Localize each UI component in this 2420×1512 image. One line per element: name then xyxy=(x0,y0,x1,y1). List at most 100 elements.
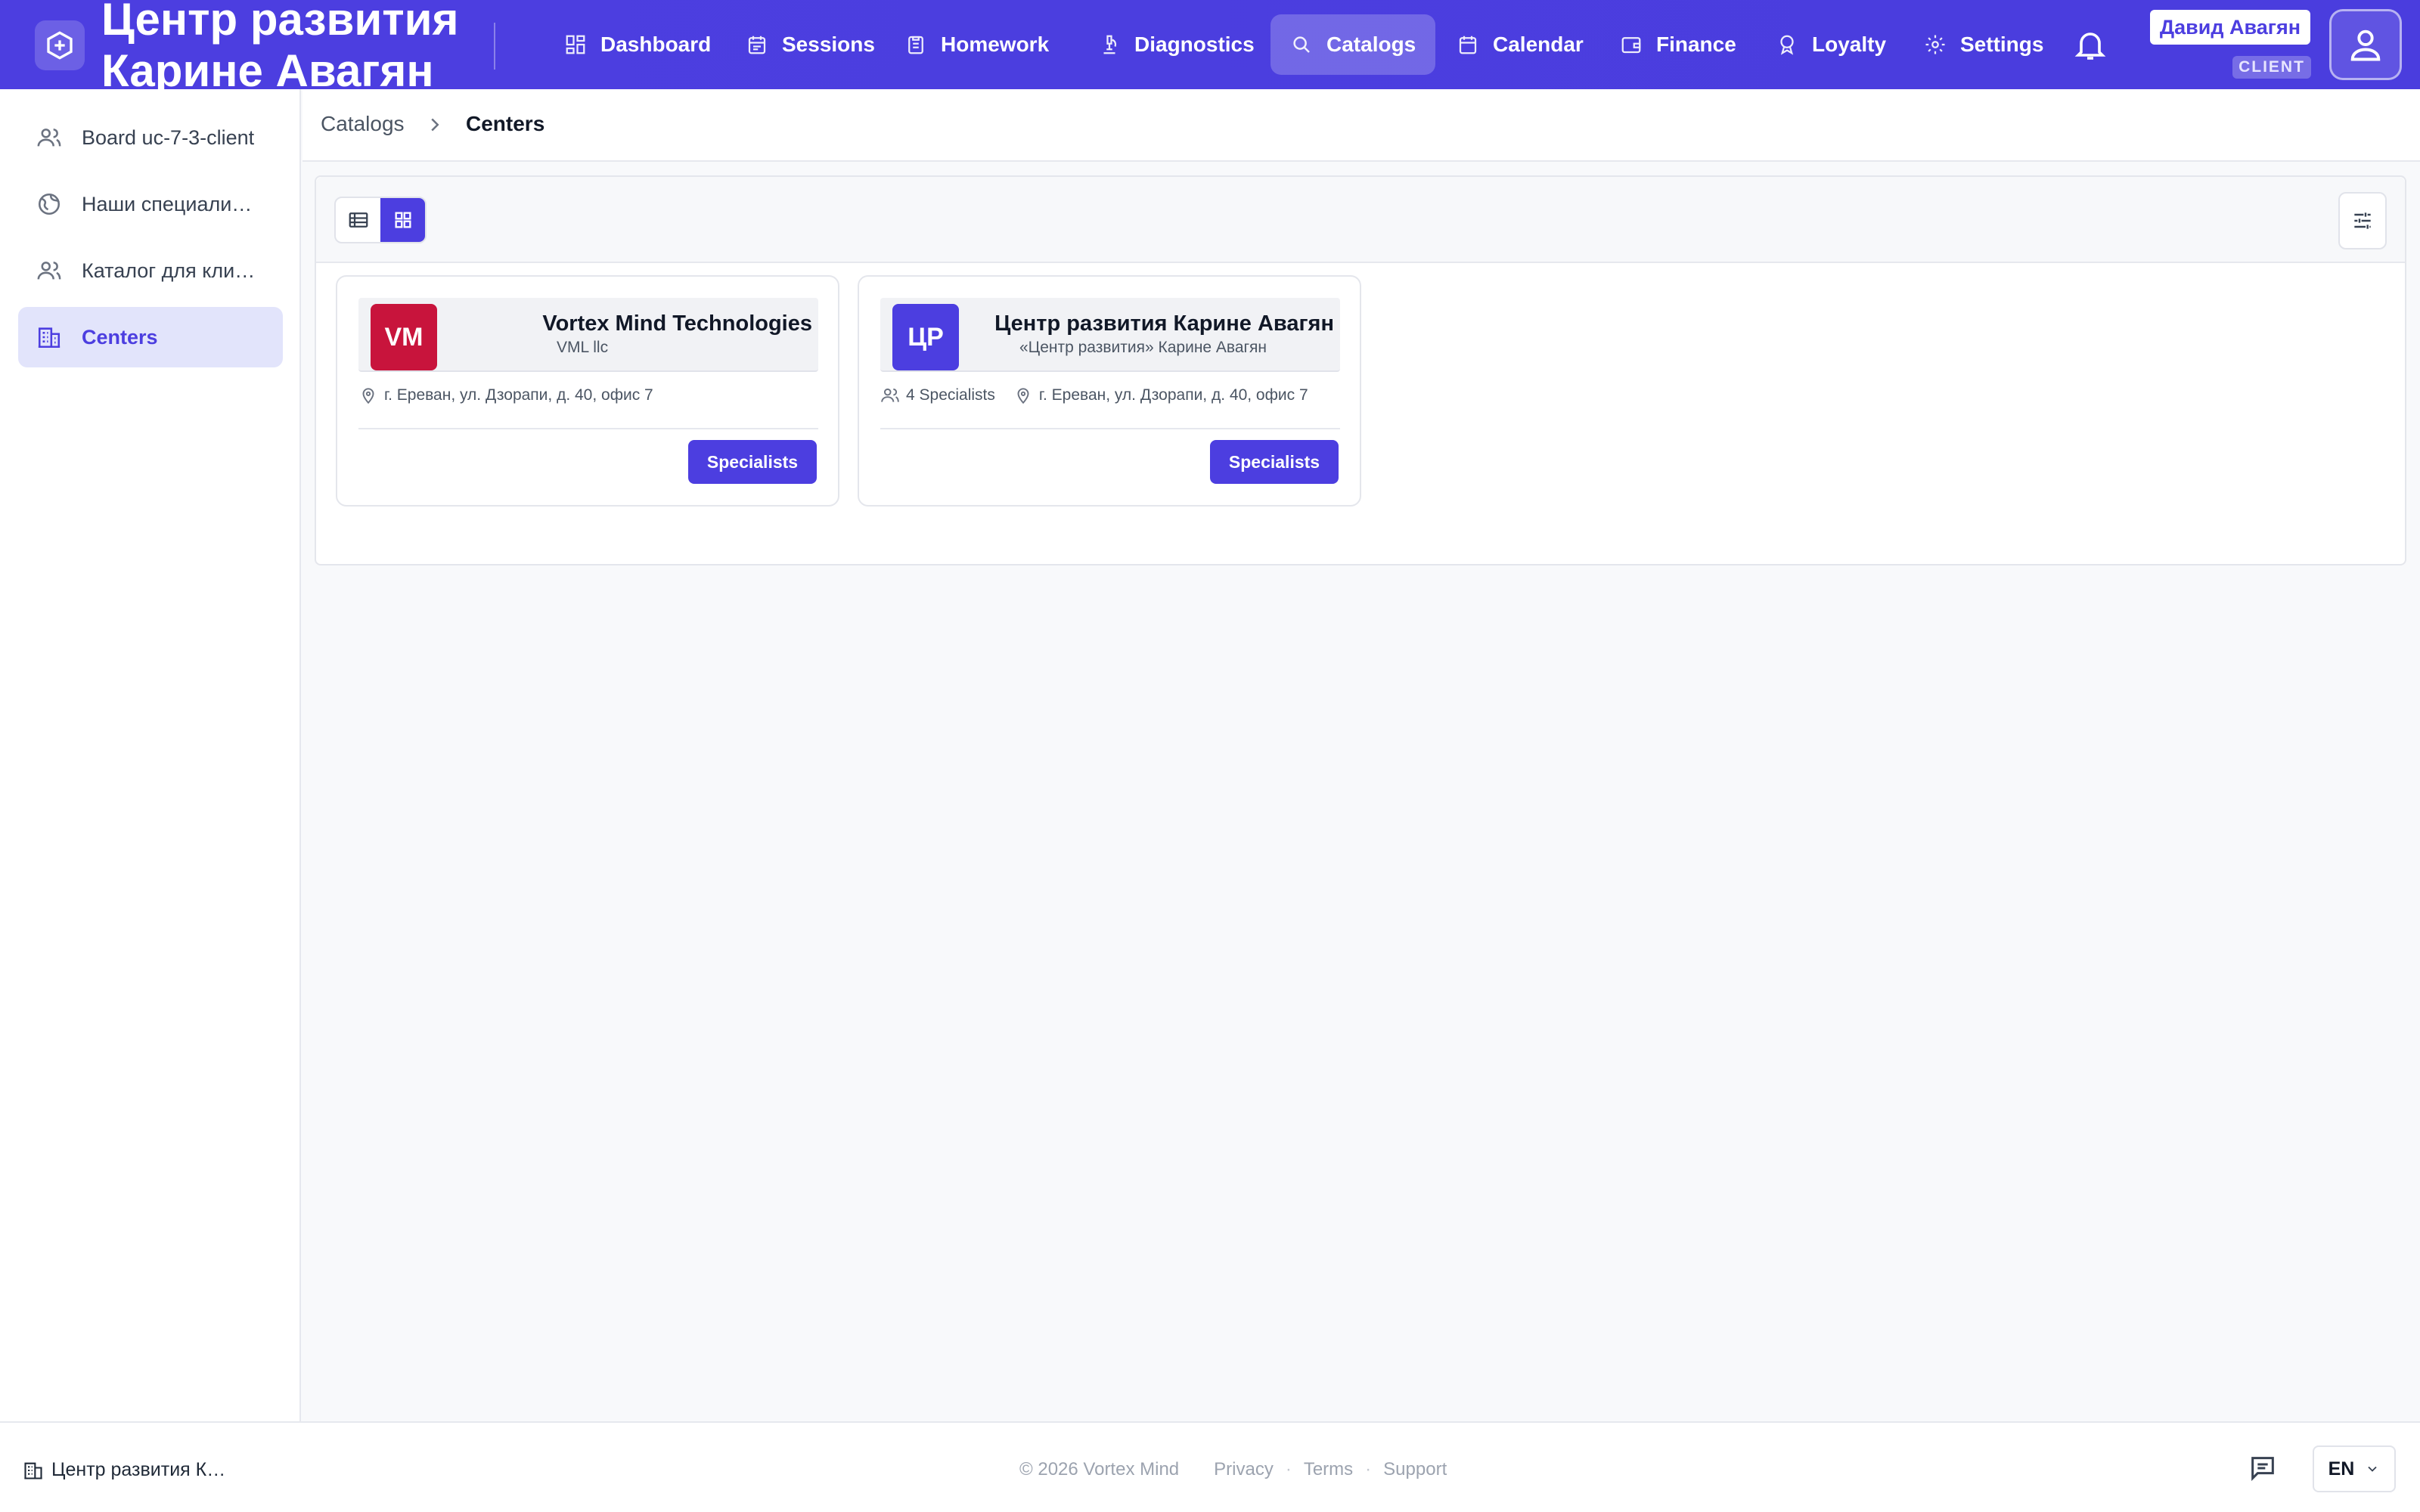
card-meta: г. Ереван, ул. Дзорапи, д. 40, офис 7 xyxy=(358,386,653,405)
view-toggle xyxy=(334,197,427,243)
card-header: ЦР Центр развития Карине Авагян «Центр р… xyxy=(880,298,1340,372)
nav-diagnostics-label: Diagnostics xyxy=(1134,33,1255,56)
sidebar-item-centers[interactable]: Centers xyxy=(18,307,283,367)
center-logo: ЦР xyxy=(892,304,959,370)
address: г. Ереван, ул. Дзорапи, д. 40, офис 7 xyxy=(358,386,653,405)
address-text: г. Ереван, ул. Дзорапи, д. 40, офис 7 xyxy=(384,386,653,404)
search-icon xyxy=(1293,36,1310,53)
nav-dashboard[interactable]: Dashboard xyxy=(544,14,731,75)
users-icon xyxy=(881,388,899,402)
chat-icon[interactable] xyxy=(2246,1453,2279,1483)
nav-settings-label: Settings xyxy=(1960,33,2044,56)
copyright: © 2026 Vortex Mind xyxy=(1019,1459,1180,1479)
center-subtitle: VML llc xyxy=(557,339,609,356)
grid-icon xyxy=(395,212,411,228)
calendar-icon xyxy=(1459,36,1477,54)
center-logo: VM xyxy=(371,304,437,370)
map-pin-icon xyxy=(1017,388,1029,404)
nav-loyalty-label: Loyalty xyxy=(1812,33,1887,56)
specialists-count: 4 Specialists xyxy=(880,386,995,405)
nav-finance-label: Finance xyxy=(1656,33,1736,56)
nav-settings[interactable]: Settings xyxy=(1904,14,2063,75)
language-select[interactable]: EN xyxy=(2313,1445,2396,1492)
center-card: ЦР Центр развития Карине Авагян «Центр р… xyxy=(858,275,1361,507)
specialists-button[interactable]: Specialists xyxy=(1210,440,1339,484)
breadcrumb-current: Centers xyxy=(466,112,545,135)
nav-sessions-label: Sessions xyxy=(782,33,875,56)
grid-view-button[interactable] xyxy=(380,198,425,242)
nav-homework[interactable]: Homework xyxy=(885,14,1069,75)
center-card: VM Vortex Mind Technologies VML llc г. Е… xyxy=(336,275,839,507)
filter-settings-button[interactable] xyxy=(2338,192,2387,249)
sidebar-item-board[interactable]: Board uc-7-3-client xyxy=(18,107,283,168)
address: г. Ереван, ул. Дзорапи, д. 40, офис 7 xyxy=(1013,386,1308,405)
separator-dot: · xyxy=(1365,1459,1372,1479)
sidebar: Board uc-7-3-client Наши специалисты Кат… xyxy=(0,89,301,1421)
sidebar-item-label: Board uc-7-3-client xyxy=(82,125,255,149)
gear-icon xyxy=(1925,35,1945,54)
language-value: EN xyxy=(2328,1458,2355,1479)
address-text: г. Ереван, ул. Дзорапи, д. 40, офис 7 xyxy=(1038,386,1308,404)
calendar-list-icon xyxy=(748,36,766,54)
center-subtitle: «Центр развития» Карине Авагян xyxy=(1019,339,1267,356)
centers-panel: VM Vortex Mind Technologies VML llc г. Е… xyxy=(315,175,2406,565)
breadcrumb-catalogs[interactable]: Catalogs xyxy=(321,112,405,136)
nav-loyalty[interactable]: Loyalty xyxy=(1756,14,1906,75)
nav-diagnostics[interactable]: Diagnostics xyxy=(1078,14,1274,75)
sliders-icon xyxy=(2354,212,2371,229)
sidebar-item-label: Наши специалисты xyxy=(82,192,262,215)
footer-center[interactable]: Центр развития Карине Авагян xyxy=(23,1459,233,1481)
clipboard-icon xyxy=(908,36,923,54)
nav-finance[interactable]: Finance xyxy=(1600,14,1756,75)
table-icon xyxy=(349,212,368,228)
card-header: VM Vortex Mind Technologies VML llc xyxy=(358,298,818,372)
sidebar-item-label: Centers xyxy=(82,325,158,349)
nav-homework-label: Homework xyxy=(941,33,1050,56)
app-title: Центр развития Карине Авагян xyxy=(101,0,495,97)
nav-dashboard-label: Dashboard xyxy=(600,33,712,56)
microscope-icon xyxy=(1103,35,1117,54)
nav-catalogs[interactable]: Catalogs xyxy=(1270,14,1436,75)
list-view-button[interactable] xyxy=(336,198,380,242)
chevron-down-icon xyxy=(2368,1466,2378,1472)
card-meta: 4 Specialists г. Ереван, ул. Дзорапи, д.… xyxy=(880,386,1308,405)
top-navbar: Центр развития Карине Авагян Dashboard S… xyxy=(0,0,2420,96)
app-title-line1: Центр развития xyxy=(101,0,459,45)
building-icon xyxy=(24,1462,42,1479)
divider xyxy=(358,428,818,429)
nav-sessions[interactable]: Sessions xyxy=(726,14,895,75)
sidebar-item-client-catalog[interactable]: Каталог для клиентов xyxy=(18,240,283,301)
specialists-count-text: 4 Specialists xyxy=(906,386,995,404)
award-icon xyxy=(1780,35,1794,55)
support-link[interactable]: Support xyxy=(1383,1459,1447,1480)
separator-dot: · xyxy=(1285,1459,1292,1479)
map-pin-icon xyxy=(362,388,374,404)
user-icon xyxy=(2350,29,2381,61)
center-name[interactable]: Центр развития Карине Авагян xyxy=(994,311,1334,336)
specialists-button[interactable]: Specialists xyxy=(688,440,817,484)
sidebar-item-specialists[interactable]: Наши специалисты xyxy=(18,174,283,234)
privacy-link[interactable]: Privacy xyxy=(1214,1459,1274,1480)
globe-icon xyxy=(38,193,60,215)
wallet-icon xyxy=(1621,37,1641,54)
nav-calendar-label: Calendar xyxy=(1493,33,1584,56)
building-icon xyxy=(38,327,60,349)
sidebar-item-label: Каталог для клиентов xyxy=(82,259,262,282)
dashboard-icon xyxy=(566,35,585,54)
chevron-right-icon xyxy=(431,118,439,132)
divider xyxy=(880,428,1340,429)
user-name-chip[interactable]: Давид Авагян xyxy=(2150,10,2310,45)
footer-center-name: Центр развития Карине Авагян xyxy=(51,1459,233,1480)
panel-toolbar xyxy=(316,177,2405,263)
footer: Центр развития Карине Авагян © 2026 Vort… xyxy=(0,1421,2420,1512)
users-icon xyxy=(37,129,61,147)
avatar-button[interactable] xyxy=(2329,9,2402,80)
app-logo-icon[interactable] xyxy=(35,20,85,70)
users-icon xyxy=(37,262,61,280)
bell-icon[interactable] xyxy=(2072,26,2108,64)
nav-calendar[interactable]: Calendar xyxy=(1437,14,1603,75)
breadcrumb: Catalogs Centers xyxy=(302,89,2420,162)
role-badge: CLIENT xyxy=(2232,56,2311,79)
terms-link[interactable]: Terms xyxy=(1304,1459,1353,1480)
center-name[interactable]: Vortex Mind Technologies xyxy=(542,311,812,336)
